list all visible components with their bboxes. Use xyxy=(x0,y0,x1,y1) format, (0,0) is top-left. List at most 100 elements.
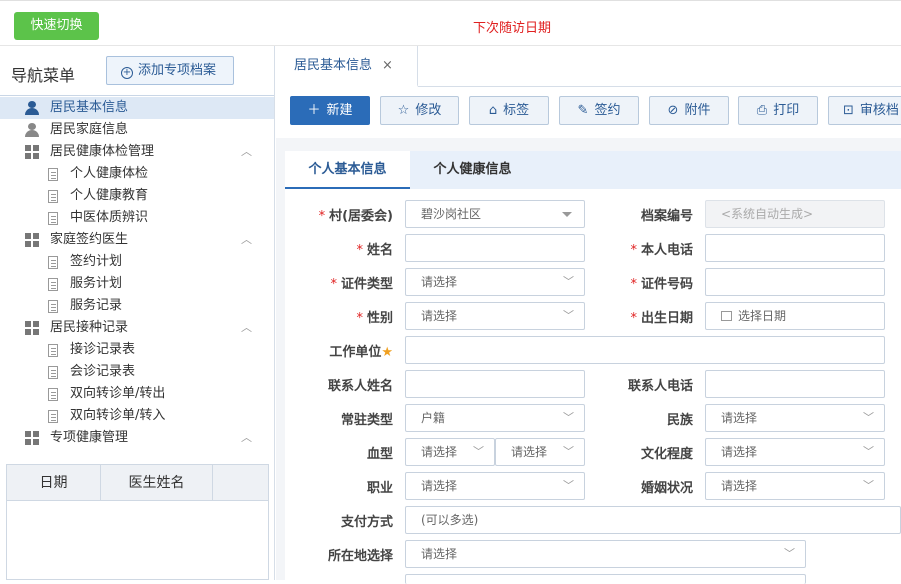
nav-item-label: 签约计划 xyxy=(70,254,123,269)
nav-item-label: 接诊记录表 xyxy=(70,342,136,357)
contact-name-input[interactable] xyxy=(405,370,585,398)
audit-button[interactable]: ⊡ 审核档 xyxy=(828,96,901,125)
ethnic-select[interactable]: 请选择 ﹀ xyxy=(705,404,885,432)
nav-item-label: 服务计划 xyxy=(70,276,123,291)
work-unit-label: 工作单位★ xyxy=(329,345,393,360)
work-unit-input[interactable] xyxy=(405,336,885,364)
tab-label: 居民基本信息 xyxy=(294,58,373,73)
chevron-up-icon[interactable]: ︿ xyxy=(241,427,252,449)
new-button-label: 新建 xyxy=(326,103,353,118)
tag-button[interactable]: ⌂ 标签 xyxy=(469,96,549,125)
nav-item-service-plan[interactable]: 服务计划 xyxy=(0,273,274,295)
nav-item-sign-plan[interactable]: 签约计划 xyxy=(0,251,274,273)
chevron-up-icon[interactable]: ︿ xyxy=(241,141,252,163)
nav-item-label: 会诊记录表 xyxy=(70,364,136,379)
gender-label: * 性别 xyxy=(356,311,393,326)
contact-name-label: 联系人姓名 xyxy=(327,379,393,394)
gender-select[interactable]: 请选择 ﹀ xyxy=(405,302,585,330)
nav-item-personal-checkup[interactable]: 个人健康体检 xyxy=(0,163,274,185)
sign-button[interactable]: ✎ 签约 xyxy=(559,96,639,125)
nav-item-referral-in[interactable]: 双向转诊单/转入 xyxy=(0,405,274,427)
chevron-down-icon: ﹀ xyxy=(863,479,874,492)
document-icon xyxy=(48,388,58,401)
toolbar: ＋ 新建 ☆ 修改 ⌂ 标签 ✎ 签约 ⊘ 附件 ⎙ 打印 ⊡ 审核档 xyxy=(276,88,901,138)
ethnic-label: 民族 xyxy=(666,413,693,428)
nav-group-family-doctor[interactable]: 家庭签约医生 ︿ xyxy=(0,229,274,251)
blood-type-label: 血型 xyxy=(366,447,393,462)
location-select[interactable]: 请选择 ﹀ xyxy=(405,540,806,568)
nav-item-resident-basic-info[interactable]: 居民基本信息 xyxy=(0,97,274,119)
grid-icon xyxy=(25,145,39,159)
nav-item-label: 中医体质辨识 xyxy=(70,210,149,225)
address-input[interactable] xyxy=(405,574,806,584)
nav-group-health-checkup[interactable]: 居民健康体检管理 ︿ xyxy=(0,141,274,163)
nav-item-label: 服务记录 xyxy=(70,298,123,313)
chevron-up-icon[interactable]: ︿ xyxy=(241,229,252,251)
add-special-archive-button[interactable]: + 添加专项档案 xyxy=(106,56,234,85)
document-icon xyxy=(48,256,58,269)
tab-resident-basic-info[interactable]: 居民基本信息 × xyxy=(276,46,418,87)
phone-input[interactable] xyxy=(705,234,885,262)
column-header-doctor[interactable]: 医生姓名 xyxy=(101,465,213,501)
nav-item-tcm-constitution[interactable]: 中医体质辨识 xyxy=(0,207,274,229)
id-no-label: * 证件号码 xyxy=(630,277,693,292)
blood-rh-select[interactable]: 请选择 ﹀ xyxy=(495,438,585,466)
chevron-up-icon[interactable]: ︿ xyxy=(241,317,252,339)
nav-item-label: 居民健康体检管理 xyxy=(50,144,155,159)
person-icon xyxy=(25,101,39,115)
inbox-icon: ⊡ xyxy=(843,103,854,118)
star-icon: ★ xyxy=(381,345,393,360)
contact-phone-input[interactable] xyxy=(705,370,885,398)
nav-item-label: 居民家庭信息 xyxy=(50,122,129,137)
nav-item-label: 个人健康体检 xyxy=(70,166,149,181)
nav-group-special-health[interactable]: 专项健康管理 ︿ xyxy=(0,427,274,449)
id-type-select[interactable]: 请选择 ﹀ xyxy=(405,268,585,296)
column-header-date[interactable]: 日期 xyxy=(7,465,101,501)
top-bar: 快速切换 下次随访日期 xyxy=(0,0,901,46)
archive-no-label: 档案编号 xyxy=(640,209,693,224)
payment-multiselect[interactable]: (可以多选) xyxy=(405,506,901,534)
star-icon: ☆ xyxy=(397,103,410,118)
contact-phone-label: 联系人电话 xyxy=(627,379,693,394)
document-icon xyxy=(48,278,58,291)
attachment-button-label: 附件 xyxy=(684,103,711,118)
edit-button[interactable]: ☆ 修改 xyxy=(380,96,459,125)
id-no-input[interactable] xyxy=(705,268,885,296)
quick-switch-button[interactable]: 快速切换 xyxy=(14,12,99,40)
birth-date-picker[interactable]: 选择日期 xyxy=(705,302,885,330)
tab-personal-basic-info[interactable]: 个人基本信息 xyxy=(285,151,410,189)
form-tabs: 个人基本信息 个人健康信息 xyxy=(285,151,901,189)
blood-abo-select[interactable]: 请选择 ﹀ xyxy=(405,438,495,466)
print-button[interactable]: ⎙ 打印 xyxy=(738,96,818,125)
nav-item-service-record[interactable]: 服务记录 xyxy=(0,295,274,317)
nav-item-label: 居民接种记录 xyxy=(50,320,129,335)
nav-item-resident-family-info[interactable]: 居民家庭信息 xyxy=(0,119,274,141)
nav-item-consultation-record[interactable]: 会诊记录表 xyxy=(0,361,274,383)
residence-type-select[interactable]: 户籍 ﹀ xyxy=(405,404,585,432)
document-icon xyxy=(48,212,58,225)
tab-personal-health-info[interactable]: 个人健康信息 xyxy=(410,151,535,189)
chevron-down-icon: ﹀ xyxy=(863,445,874,458)
top-divider xyxy=(0,0,901,6)
occupation-select[interactable]: 请选择 ﹀ xyxy=(405,472,585,500)
birth-label: * 出生日期 xyxy=(630,311,693,326)
archive-no-input: <系统自动生成> xyxy=(705,200,885,228)
close-icon[interactable]: × xyxy=(382,58,393,73)
visit-table: 日期 医生姓名 xyxy=(6,464,269,580)
attachment-button[interactable]: ⊘ 附件 xyxy=(649,96,729,125)
person-icon xyxy=(25,123,39,137)
nav-item-referral-out[interactable]: 双向转诊单/转出 xyxy=(0,383,274,405)
nav-item-label: 双向转诊单/转出 xyxy=(70,386,166,401)
marital-select[interactable]: 请选择 ﹀ xyxy=(705,472,885,500)
new-button[interactable]: ＋ 新建 xyxy=(290,96,370,125)
name-label: * 姓名 xyxy=(356,243,393,258)
name-input[interactable] xyxy=(405,234,585,262)
nav-item-personal-education[interactable]: 个人健康教育 xyxy=(0,185,274,207)
education-select[interactable]: 请选择 ﹀ xyxy=(705,438,885,466)
print-button-label: 打印 xyxy=(773,103,800,118)
nav-item-reception-record[interactable]: 接诊记录表 xyxy=(0,339,274,361)
chevron-down-icon: ﹀ xyxy=(784,547,795,560)
village-select[interactable]: 碧沙岗社区 xyxy=(405,200,585,228)
grid-icon xyxy=(25,321,39,335)
nav-group-vaccination[interactable]: 居民接种记录 ︿ xyxy=(0,317,274,339)
